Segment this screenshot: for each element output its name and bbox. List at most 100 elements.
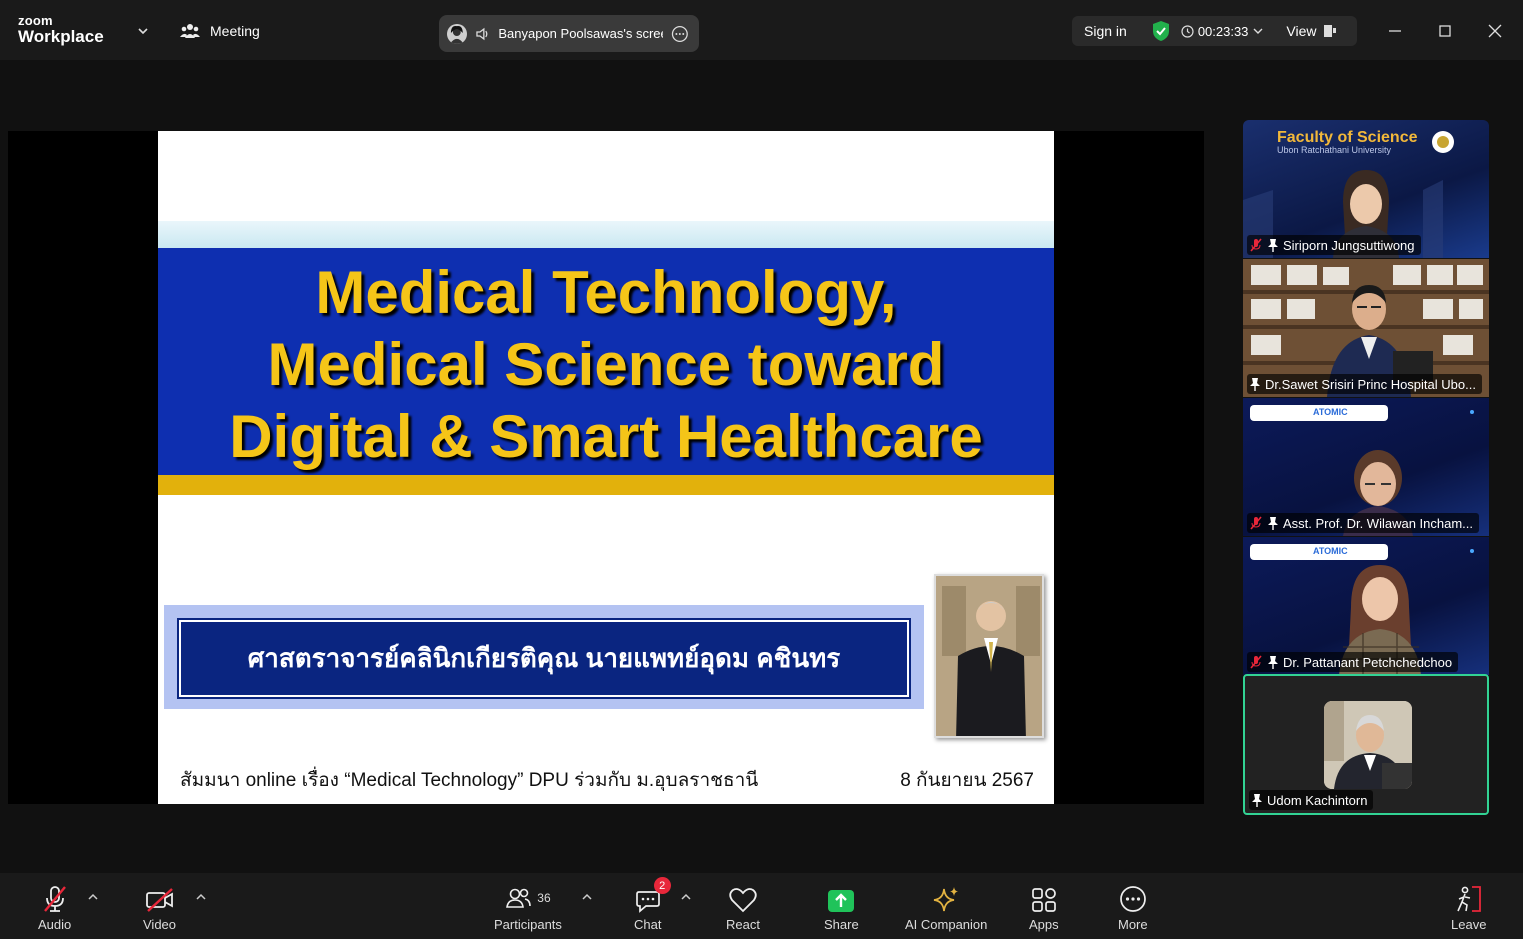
leave-icon: [1456, 886, 1481, 912]
pin-icon: [1268, 656, 1278, 669]
video-off-icon: [145, 888, 173, 912]
leave-button[interactable]: Leave: [1451, 883, 1486, 932]
encryption-shield-icon[interactable]: [1151, 20, 1171, 42]
participant-name-tag: Udom Kachintorn: [1249, 790, 1374, 810]
slide-title: Medical Technology, Medical Science towa…: [158, 257, 1054, 473]
clock-icon: [1181, 24, 1194, 38]
participant-name-tag: Asst. Prof. Dr. Wilawan Incham...: [1247, 513, 1479, 533]
leave-label: Leave: [1451, 917, 1487, 932]
audio-options-caret-icon[interactable]: [87, 891, 99, 903]
participants-button[interactable]: 36 Participants: [494, 883, 562, 932]
chevron-down-icon[interactable]: [136, 24, 150, 38]
view-layout-icon: [1323, 25, 1336, 37]
slide-title-line: Medical Science toward: [267, 331, 945, 398]
slide-footer-event: สัมมนา online เรื่อง “Medical Technology…: [180, 770, 759, 791]
participant-video-tile[interactable]: Dr.Sawet Srisiri Princ Hospital Ubo...: [1243, 259, 1489, 397]
participant-video-tile-active[interactable]: Udom Kachintorn: [1243, 674, 1489, 815]
share-screen-icon: [828, 890, 855, 912]
audio-label: Audio: [38, 917, 72, 932]
chat-button[interactable]: 2 Chat: [634, 877, 671, 932]
logo-zoom-text: zoom: [18, 13, 53, 28]
minimize-icon[interactable]: [1384, 20, 1406, 42]
meeting-info-button[interactable]: Meeting: [180, 22, 260, 40]
chat-unread-badge: 2: [653, 877, 671, 894]
participant-name: Dr. Pattanant Petchchedchoo: [1283, 654, 1453, 670]
participant-name: Udom Kachintorn: [1267, 792, 1368, 808]
participant-video-tile[interactable]: ATOMIC Asst. Prof. Dr. Wilawan Incham...: [1243, 398, 1489, 536]
speaker-portrait: [934, 574, 1044, 738]
slide-top-band: [158, 221, 1054, 249]
slide-footer-date: 8 กันยายน 2567: [900, 770, 1034, 791]
meeting-status-bar: Sign in 00:23:33 View: [1072, 16, 1357, 46]
sign-in-button[interactable]: Sign in: [1084, 23, 1127, 39]
apps-button[interactable]: Apps: [1029, 883, 1059, 932]
tile-banner-text: ATOMIC: [1313, 407, 1348, 417]
pin-icon: [1252, 794, 1262, 807]
react-label: React: [726, 917, 760, 932]
participant-name-tag: Dr.Sawet Srisiri Princ Hospital Ubo...: [1247, 374, 1482, 394]
more-icon: [1119, 886, 1146, 912]
chat-label: Chat: [634, 917, 662, 932]
speaker-name: ศาสตราจารย์คลินิกเกียรติคุณ นายแพทย์อุดม…: [177, 618, 911, 699]
participant-name: Asst. Prof. Dr. Wilawan Incham...: [1283, 515, 1473, 531]
participants-options-caret-icon[interactable]: [581, 891, 593, 903]
share-screen-button[interactable]: Share: [824, 883, 859, 932]
tile-banner-text: ATOMIC: [1313, 546, 1348, 556]
sparkle-icon: [934, 887, 959, 912]
speaker-icon: [475, 27, 488, 40]
apps-label: Apps: [1029, 917, 1059, 932]
video-options-caret-icon[interactable]: [195, 891, 207, 903]
sharer-avatar: [447, 23, 467, 44]
zoom-workplace-logo[interactable]: zoom Workplace: [18, 14, 104, 45]
slide-gold-stripe: [158, 475, 1054, 495]
share-pill-label: Banyapon Poolsawas's scree: [498, 26, 664, 41]
screen-share-indicator[interactable]: Banyapon Poolsawas's scree: [439, 15, 699, 52]
participant-name-tag: Dr. Pattanant Petchchedchoo: [1247, 652, 1459, 672]
pin-icon: [1268, 517, 1278, 530]
meeting-timer[interactable]: 00:23:33: [1181, 24, 1265, 39]
muted-mic-icon: [1250, 655, 1262, 669]
apps-icon: [1031, 888, 1056, 912]
tile-banner-subtitle: Ubon Ratchathani University: [1277, 145, 1392, 155]
muted-mic-icon: [1250, 238, 1262, 252]
heart-icon: [729, 888, 757, 913]
muted-mic-icon: [1250, 516, 1262, 530]
chat-options-caret-icon[interactable]: [680, 891, 692, 903]
react-button[interactable]: React: [726, 883, 760, 932]
presentation-slide: Medical Technology, Medical Science towa…: [158, 131, 1054, 804]
participant-name: Dr.Sawet Srisiri Princ Hospital Ubo...: [1265, 376, 1476, 392]
participants-icon: [180, 24, 200, 38]
participant-video-tile[interactable]: ATOMIC Dr. Pattanant Petchchedchoo: [1243, 537, 1489, 675]
video-button[interactable]: Video: [143, 883, 176, 932]
pin-icon: [1268, 239, 1278, 252]
muted-mic-icon: [43, 886, 66, 912]
view-button[interactable]: View: [1286, 23, 1336, 39]
participants-label: Participants: [494, 917, 562, 932]
meeting-controls-toolbar: Audio Video 36 Participants 2 Chat React: [0, 873, 1523, 939]
close-icon[interactable]: [1484, 20, 1506, 42]
ai-companion-label: AI Companion: [905, 917, 988, 932]
participant-avatar: [1324, 701, 1412, 789]
slide-title-line: Digital & Smart Healthcare: [229, 403, 983, 470]
title-bar: zoom Workplace Meeting Banyapon Poolsawa…: [0, 0, 1523, 60]
timer-value: 00:23:33: [1197, 23, 1249, 39]
chevron-down-icon: [1253, 28, 1263, 34]
view-label: View: [1286, 23, 1317, 39]
more-options-icon[interactable]: [671, 25, 689, 43]
ai-companion-button[interactable]: AI Companion: [905, 883, 987, 932]
meeting-label: Meeting: [210, 23, 260, 39]
logo-workplace-text: Workplace: [18, 27, 104, 46]
maximize-icon[interactable]: [1434, 20, 1456, 42]
share-label: Share: [824, 917, 859, 932]
more-button[interactable]: More: [1118, 883, 1148, 932]
participant-name-tag: Siriporn Jungsuttiwong: [1247, 235, 1421, 255]
video-label: Video: [143, 917, 177, 932]
participants-count: 36: [537, 891, 551, 905]
pin-icon: [1250, 378, 1260, 391]
participant-video-tile[interactable]: Faculty of Science Ubon Ratchathani Univ…: [1243, 120, 1489, 258]
slide-title-line: Medical Technology,: [315, 259, 897, 326]
participants-icon: [506, 888, 532, 908]
audio-button[interactable]: Audio: [38, 883, 71, 932]
more-label: More: [1118, 917, 1148, 932]
participant-name: Siriporn Jungsuttiwong: [1283, 237, 1415, 253]
